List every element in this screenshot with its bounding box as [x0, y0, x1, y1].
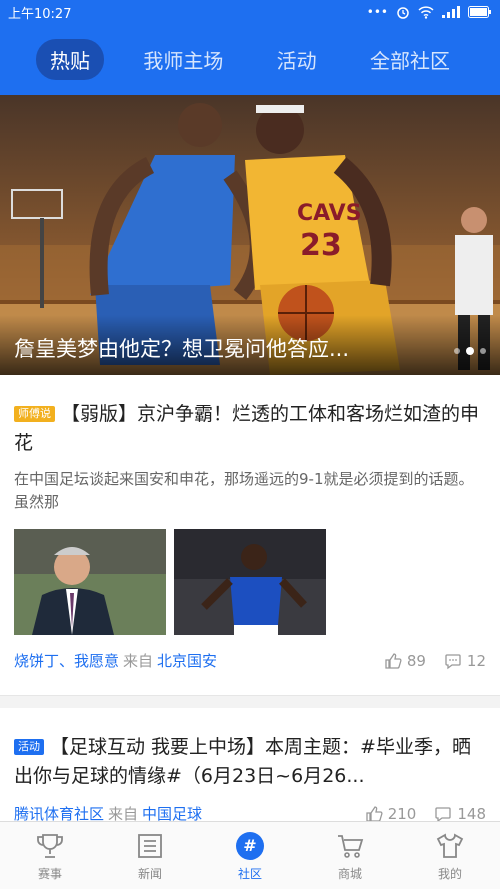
comment-button[interactable]: 12	[444, 652, 486, 670]
nav-label: 赛事	[37, 866, 62, 881]
post-community-link[interactable]: 北京国安	[157, 650, 217, 671]
post-thumbnail[interactable]	[174, 529, 326, 635]
post-card[interactable]: 师傅说 【弱版】京沪争霸！烂透的工体和客场烂如渣的申花 在中国足坛谈起来国安和申花…	[0, 375, 500, 671]
nav-label: 新闻	[137, 866, 162, 881]
nav-profile[interactable]: 我的	[400, 822, 500, 889]
post-images	[14, 529, 486, 635]
nav-news[interactable]: 新闻	[100, 822, 200, 889]
tab-home-field[interactable]: 我师主场	[129, 39, 237, 80]
like-button[interactable]: 89	[384, 652, 426, 670]
post-meta: 烧饼丁、我愿意 来自 北京国安 89 12	[14, 650, 486, 671]
carousel-dot[interactable]	[480, 348, 486, 354]
like-count: 89	[406, 651, 426, 670]
post-badge: 师傅说	[14, 406, 55, 422]
post-excerpt: 在中国足坛谈起来国安和申花，那场遥远的9-1就是必须提到的话题。虽然那	[14, 470, 474, 511]
cart-icon	[333, 830, 367, 862]
like-count: 210	[387, 804, 417, 823]
more-dots-icon: •••	[366, 5, 388, 19]
hash-glyph: #	[236, 831, 264, 860]
comment-count: 12	[466, 651, 486, 670]
bottom-tab-bar: 赛事 新闻 # 社区 商城 我的	[0, 821, 500, 889]
status-bar: 上午10:27 •••	[0, 0, 500, 24]
nav-community[interactable]: # 社区	[200, 822, 300, 889]
post-badge: 活动	[14, 739, 44, 755]
wifi-icon	[418, 5, 434, 19]
status-time: 上午10:27	[8, 6, 72, 22]
alarm-icon	[397, 7, 409, 19]
post-attribution: 烧饼丁、我愿意 来自 北京国安	[14, 650, 217, 671]
post-title[interactable]: 活动 【足球互动 我要上中场】本周主题：#毕业季，晒出你与足球的情缘#（6月23日…	[14, 733, 486, 791]
banner-title[interactable]: 詹皇美梦由他定？想卫冕问他答应...	[14, 333, 349, 363]
thumbs-up-icon	[385, 652, 402, 669]
comment-icon	[445, 653, 461, 669]
nav-label: 社区	[237, 866, 262, 881]
top-tab-bar: 热贴 我师主场 活动 全部社区	[0, 24, 500, 95]
comment-count: 148	[457, 804, 486, 823]
battery-icon	[468, 6, 491, 18]
post-authors[interactable]: 烧饼丁、我愿意	[14, 650, 119, 671]
svg-text:CAVS: CAVS	[297, 201, 362, 226]
carousel-dot[interactable]	[454, 348, 460, 354]
tab-events[interactable]: 活动	[263, 39, 331, 80]
tab-all-communities[interactable]: 全部社区	[356, 39, 464, 80]
hash-icon: #	[233, 830, 267, 862]
nav-shop[interactable]: 商城	[300, 822, 400, 889]
like-button[interactable]: 210	[365, 804, 417, 823]
post-title-text[interactable]: 【弱版】京沪争霸！烂透的工体和客场烂如渣的申花	[14, 403, 479, 454]
carousel-dot-active[interactable]	[466, 347, 474, 355]
thumbs-up-icon	[366, 805, 383, 822]
comment-icon	[435, 806, 452, 822]
post-stats: 89 12	[384, 652, 486, 670]
post-title-text[interactable]: 【足球互动 我要上中场】本周主题：#毕业季，晒出你与足球的情缘#（6月23日~6…	[14, 736, 471, 787]
shirt-icon	[433, 830, 467, 862]
banner-carousel[interactable]: CAVS 23 詹皇美梦由他定？想卫冕问他答应...	[0, 95, 500, 375]
status-icons: •••	[367, 5, 492, 19]
news-icon	[133, 830, 167, 862]
trophy-icon	[33, 830, 67, 862]
post-thumbnail[interactable]	[14, 529, 166, 635]
svg-text:23: 23	[300, 228, 342, 263]
post-title[interactable]: 师傅说 【弱版】京沪争霸！烂透的工体和客场烂如渣的申花	[14, 400, 486, 458]
nav-matches[interactable]: 赛事	[0, 822, 100, 889]
nav-label: 商城	[337, 866, 362, 881]
tab-hot-posts[interactable]: 热贴	[36, 39, 104, 80]
post-from-label: 来自	[123, 652, 154, 670]
post-stats: 210 148	[365, 805, 486, 823]
post-divider	[0, 695, 500, 708]
carousel-indicators	[454, 347, 486, 355]
post-card[interactable]: 活动 【足球互动 我要上中场】本周主题：#毕业季，晒出你与足球的情缘#（6月23日…	[0, 708, 500, 824]
signal-icon	[442, 6, 460, 18]
nav-label: 我的	[437, 866, 462, 881]
comment-button[interactable]: 148	[434, 805, 486, 823]
